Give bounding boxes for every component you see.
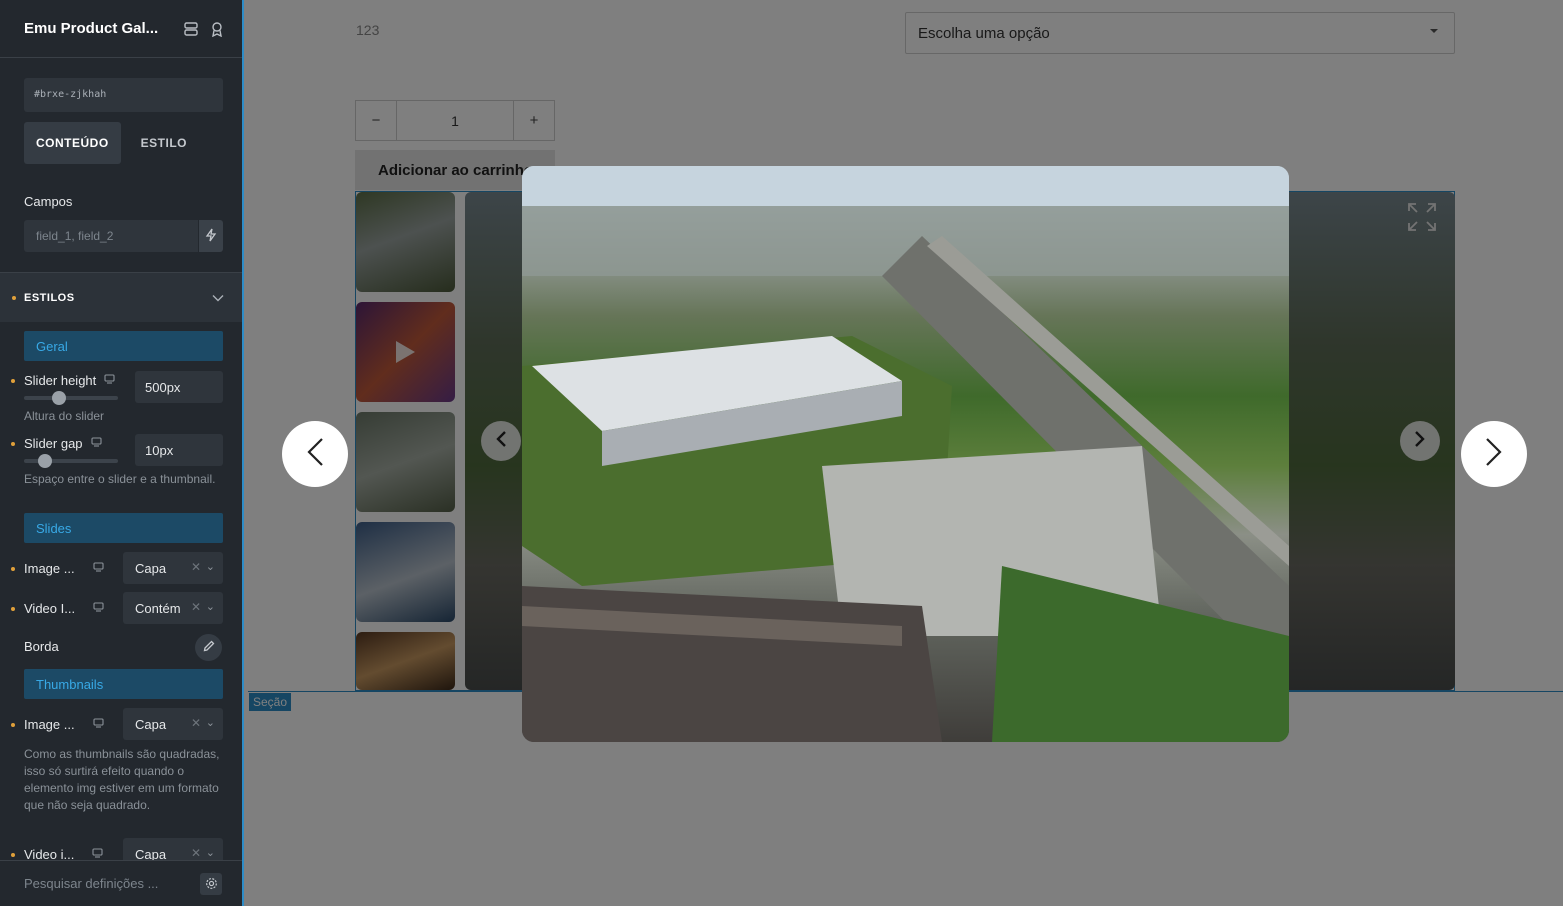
- modified-dot: [11, 853, 15, 857]
- chevron-down-icon: [212, 290, 224, 305]
- lightbox-prev-button[interactable]: [282, 421, 348, 487]
- fields-label: Campos: [24, 194, 73, 209]
- lightbox-next-button[interactable]: [1461, 421, 1527, 487]
- chevron-down-icon: ⌄: [205, 561, 215, 573]
- clear-icon[interactable]: ✕: [191, 600, 201, 614]
- slider-height-thumb[interactable]: [52, 391, 66, 405]
- slider-height-hint: Altura do slider: [24, 409, 105, 423]
- slides-video-fit-text: Video I...: [24, 601, 76, 616]
- select-value: Capa: [135, 561, 167, 576]
- clear-icon[interactable]: ✕: [191, 716, 201, 730]
- device-icon: [93, 718, 104, 731]
- slider-height-input[interactable]: 500px: [135, 371, 223, 403]
- chevron-down-icon: ⌄: [205, 717, 215, 729]
- slider-gap-hint: Espaço entre o slider e a thumbnail.: [24, 472, 216, 486]
- slider-height-track[interactable]: [24, 391, 118, 405]
- chevron-down-icon: ⌄: [205, 601, 215, 613]
- layers-icon[interactable]: [182, 20, 200, 38]
- fields-input[interactable]: field_1, field_2: [24, 220, 198, 252]
- device-icon: [90, 437, 102, 450]
- modified-dot: [11, 567, 15, 571]
- device-icon: [93, 602, 104, 615]
- slides-video-fit-select[interactable]: Contém ✕ ⌄: [123, 592, 223, 624]
- pencil-icon: [203, 640, 215, 655]
- slides-image-fit-text: Image ...: [24, 561, 75, 576]
- aerial-photo: [522, 166, 1289, 742]
- modified-dot: [12, 295, 16, 300]
- element-id-field[interactable]: #brxe-zjkhah: [24, 78, 223, 112]
- slides-video-fit-label: Video I...: [24, 601, 104, 616]
- tab-content[interactable]: CONTEÚDO: [24, 122, 121, 164]
- settings-search-input[interactable]: Pesquisar definições ...: [24, 876, 200, 891]
- slider-gap-track[interactable]: [24, 454, 118, 468]
- slider-height-text: Slider height: [24, 373, 97, 388]
- modified-dot: [11, 379, 15, 383]
- element-title: Emu Product Gal...: [24, 20, 159, 37]
- chevron-down-icon: ⌄: [205, 847, 215, 859]
- gear-icon[interactable]: [200, 872, 222, 895]
- slider-height-label: Slider height: [24, 373, 115, 388]
- border-label: Borda: [24, 639, 59, 654]
- bolt-icon: [205, 228, 217, 245]
- tab-style[interactable]: ESTILO: [129, 122, 199, 164]
- select-value: Contém: [135, 601, 181, 616]
- panel-tabs: CONTEÚDO ESTILO: [24, 122, 199, 164]
- chevron-left-icon: [306, 437, 324, 472]
- thumbs-image-fit-text: Image ...: [24, 717, 75, 732]
- styles-section-header[interactable]: ESTILOS: [0, 272, 242, 322]
- chevron-right-icon: [1485, 437, 1503, 472]
- border-edit-button[interactable]: [195, 634, 222, 661]
- group-thumbnails[interactable]: Thumbnails: [24, 669, 223, 699]
- slider-gap-text: Slider gap: [24, 436, 83, 451]
- thumbs-image-fit-label: Image ...: [24, 717, 104, 732]
- slider-gap-input[interactable]: 10px: [135, 434, 223, 466]
- slider-gap-thumb[interactable]: [38, 454, 52, 468]
- section-title: ESTILOS: [24, 291, 75, 304]
- device-icon: [104, 374, 115, 387]
- thumbs-image-fit-hint: Como as thumbnails são quadradas, isso s…: [24, 747, 220, 812]
- thumbs-image-fit-select[interactable]: Capa ✕ ⌄: [123, 708, 223, 740]
- modified-dot: [11, 607, 15, 611]
- clear-icon[interactable]: ✕: [191, 846, 201, 860]
- group-geral[interactable]: Geral: [24, 331, 223, 361]
- modified-dot: [11, 442, 15, 446]
- slider-gap-label: Slider gap: [24, 436, 102, 451]
- modified-dot: [11, 723, 15, 727]
- badge-icon[interactable]: [208, 20, 226, 38]
- lightbox-image[interactable]: [522, 166, 1289, 742]
- dynamic-data-button[interactable]: [199, 220, 223, 252]
- clear-icon[interactable]: ✕: [191, 560, 201, 574]
- builder-sidebar: Emu Product Gal... #brxe-zjkhah CONTEÚDO…: [0, 0, 244, 906]
- sidebar-footer: Pesquisar definições ...: [0, 860, 242, 906]
- slides-image-fit-label: Image ...: [24, 561, 104, 576]
- device-icon: [93, 562, 104, 575]
- sidebar-header: Emu Product Gal...: [0, 0, 242, 58]
- select-value: Capa: [135, 717, 167, 732]
- slides-image-fit-select[interactable]: Capa ✕ ⌄: [123, 552, 223, 584]
- group-slides[interactable]: Slides: [24, 513, 223, 543]
